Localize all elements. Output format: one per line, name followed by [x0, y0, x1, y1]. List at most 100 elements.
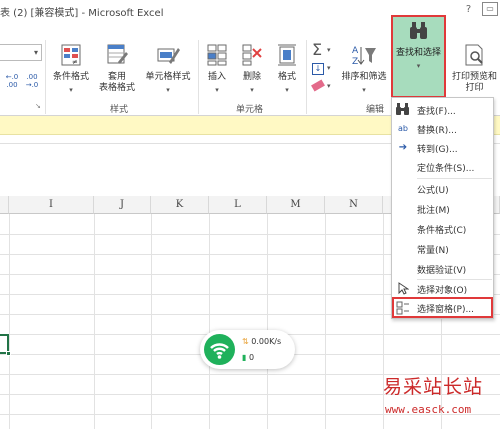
- menu-item-label: 定位条件(S)...: [417, 164, 475, 174]
- number-format-dropdown[interactable]: ▾: [0, 44, 42, 61]
- network-speed-widget[interactable]: ⇅ 0.00K/s ▮ 0: [200, 330, 295, 369]
- cell-styles-button[interactable]: 单元格样式 ▾: [140, 42, 196, 100]
- menu-item-replace[interactable]: ab 替换(R)...: [392, 119, 493, 138]
- dialog-launcher-icon[interactable]: ↘: [35, 102, 41, 110]
- gridline: [151, 214, 152, 429]
- chevron-down-icon: ▾: [69, 86, 73, 94]
- cell-styles-icon: [157, 48, 180, 64]
- find-select-button[interactable]: 查找和选择 ▾: [391, 15, 446, 98]
- gridline: [94, 214, 95, 429]
- chevron-down-icon: ▾: [215, 86, 219, 94]
- sort-filter-icon: A Z: [352, 46, 376, 66]
- conditional-format-button[interactable]: ≠ 条件格式 ▾: [48, 42, 94, 100]
- svg-text:≠: ≠: [72, 58, 78, 66]
- menu-item-label: 常量(N): [417, 246, 449, 256]
- upload-speed-value: 0.00K/s: [251, 337, 282, 346]
- fill-button[interactable]: ↓ ▾: [310, 62, 336, 78]
- menu-item-label: 替换(R)...: [417, 126, 457, 136]
- print-preview-label: 打印预览和 打印: [451, 72, 497, 93]
- binoculars-icon: [396, 103, 410, 116]
- download-speed-value: 0: [248, 353, 255, 362]
- insert-button[interactable]: 插入 ▾: [201, 42, 233, 100]
- find-select-menu: 查找(F)... ab 替换(R)... ➔ 转到(G)... 定位条件(S).…: [391, 97, 494, 319]
- download-value: ▮ 0: [242, 353, 254, 362]
- autosum-button[interactable]: Σ ▾: [310, 40, 336, 60]
- menu-item-find[interactable]: 查找(F)...: [392, 100, 493, 119]
- decrease-decimal-button[interactable]: ←.0 .00: [4, 73, 20, 89]
- menu-item-goto[interactable]: ➔ 转到(G)...: [392, 138, 493, 157]
- wifi-icon: [204, 334, 235, 365]
- upload-arrow-icon: ⇅: [242, 337, 249, 346]
- conditional-format-icon: ≠: [61, 44, 81, 66]
- ribbon-display-options-icon[interactable]: ▭: [482, 2, 498, 16]
- device-icon: ▮: [242, 353, 247, 362]
- group-separator: [45, 40, 46, 114]
- clear-button[interactable]: ▾: [310, 79, 336, 96]
- fill-handle[interactable]: [6, 351, 11, 356]
- menu-item-label: 选择窗格(P)...: [417, 305, 475, 315]
- svg-text:Z: Z: [352, 57, 358, 66]
- menu-item-comments[interactable]: 批注(M): [392, 199, 493, 218]
- fill-down-icon: ↓: [312, 63, 324, 75]
- format-cells-icon: [278, 44, 296, 66]
- conditional-format-label: 条件格式: [52, 72, 89, 82]
- menu-item-label: 查找(F)...: [417, 107, 456, 117]
- format-as-table-label: 套用 表格格式: [98, 72, 135, 93]
- format-label: 格式: [277, 72, 296, 82]
- increase-decimal-button[interactable]: .00 →.0: [24, 73, 40, 89]
- cells-group-label: 单元格: [236, 105, 264, 115]
- arrow-right-icon: ➔: [398, 142, 408, 153]
- chevron-down-icon: ▾: [327, 82, 331, 90]
- gridline: [267, 214, 268, 429]
- upload-speed: ⇅ 0.00K/s: [242, 337, 281, 346]
- group-separator: [198, 40, 199, 114]
- eraser-icon: [311, 79, 325, 92]
- print-preview-button[interactable]: 打印预览和 打印: [449, 42, 500, 102]
- find-select-label: 查找和选择: [395, 48, 441, 58]
- svg-text:A: A: [352, 46, 359, 56]
- menu-item-label: 公式(U): [417, 186, 449, 196]
- styles-group-label: 样式: [110, 105, 129, 115]
- chevron-down-icon: ▾: [250, 86, 254, 94]
- print-preview-icon: [465, 44, 483, 66]
- editing-group-label: 编辑: [366, 105, 385, 115]
- chevron-down-icon: ▾: [362, 86, 366, 94]
- table-format-icon: [107, 44, 128, 64]
- replace-icon: ab: [398, 124, 408, 133]
- delete-cells-icon: [242, 44, 262, 66]
- watermark-url: www.easck.com: [385, 403, 472, 416]
- format-as-table-button[interactable]: 套用 表格格式: [95, 42, 139, 102]
- gridline: [209, 214, 210, 429]
- sigma-icon: Σ: [312, 40, 323, 59]
- menu-item-selection-pane[interactable]: 选择窗格(P)...: [392, 297, 493, 318]
- watermark-title: 易采站长站: [383, 376, 484, 398]
- column-header-k[interactable]: K: [151, 196, 209, 214]
- column-header-m[interactable]: M: [267, 196, 325, 214]
- column-header-l[interactable]: L: [209, 196, 267, 214]
- selection-pane-icon: [396, 301, 410, 315]
- menu-item-conditional-formatting[interactable]: 条件格式(C): [392, 219, 493, 238]
- menu-item-select-objects[interactable]: 选择对象(O): [392, 279, 493, 298]
- menu-item-formulas[interactable]: 公式(U): [392, 179, 493, 198]
- format-button[interactable]: 格式 ▾: [271, 42, 303, 100]
- help-icon[interactable]: ?: [462, 3, 475, 16]
- column-header-i[interactable]: I: [9, 196, 94, 214]
- menu-item-label: 数据验证(V): [417, 266, 467, 276]
- column-header-partial[interactable]: [0, 196, 9, 214]
- column-header-j[interactable]: J: [94, 196, 151, 214]
- menu-item-data-validation[interactable]: 数据验证(V): [392, 259, 493, 278]
- gridline: [9, 214, 10, 429]
- menu-item-label: 批注(M): [417, 206, 450, 216]
- menu-item-constants[interactable]: 常量(N): [392, 239, 493, 258]
- insert-cells-icon: [207, 44, 227, 66]
- cell-styles-label: 单元格样式: [145, 72, 191, 82]
- sort-filter-button[interactable]: A Z 排序和筛选 ▾: [338, 42, 390, 100]
- column-header-n[interactable]: N: [325, 196, 383, 214]
- delete-button[interactable]: 删除 ▾: [236, 42, 268, 100]
- window-title: 表 (2) [兼容模式] - Microsoft Excel: [0, 8, 164, 19]
- binoculars-icon: [410, 22, 427, 39]
- chevron-down-icon: ▾: [33, 48, 38, 57]
- chevron-down-icon: ▾: [416, 62, 421, 70]
- cursor-icon: [396, 282, 410, 295]
- menu-item-goto-special[interactable]: 定位条件(S)...: [392, 157, 493, 176]
